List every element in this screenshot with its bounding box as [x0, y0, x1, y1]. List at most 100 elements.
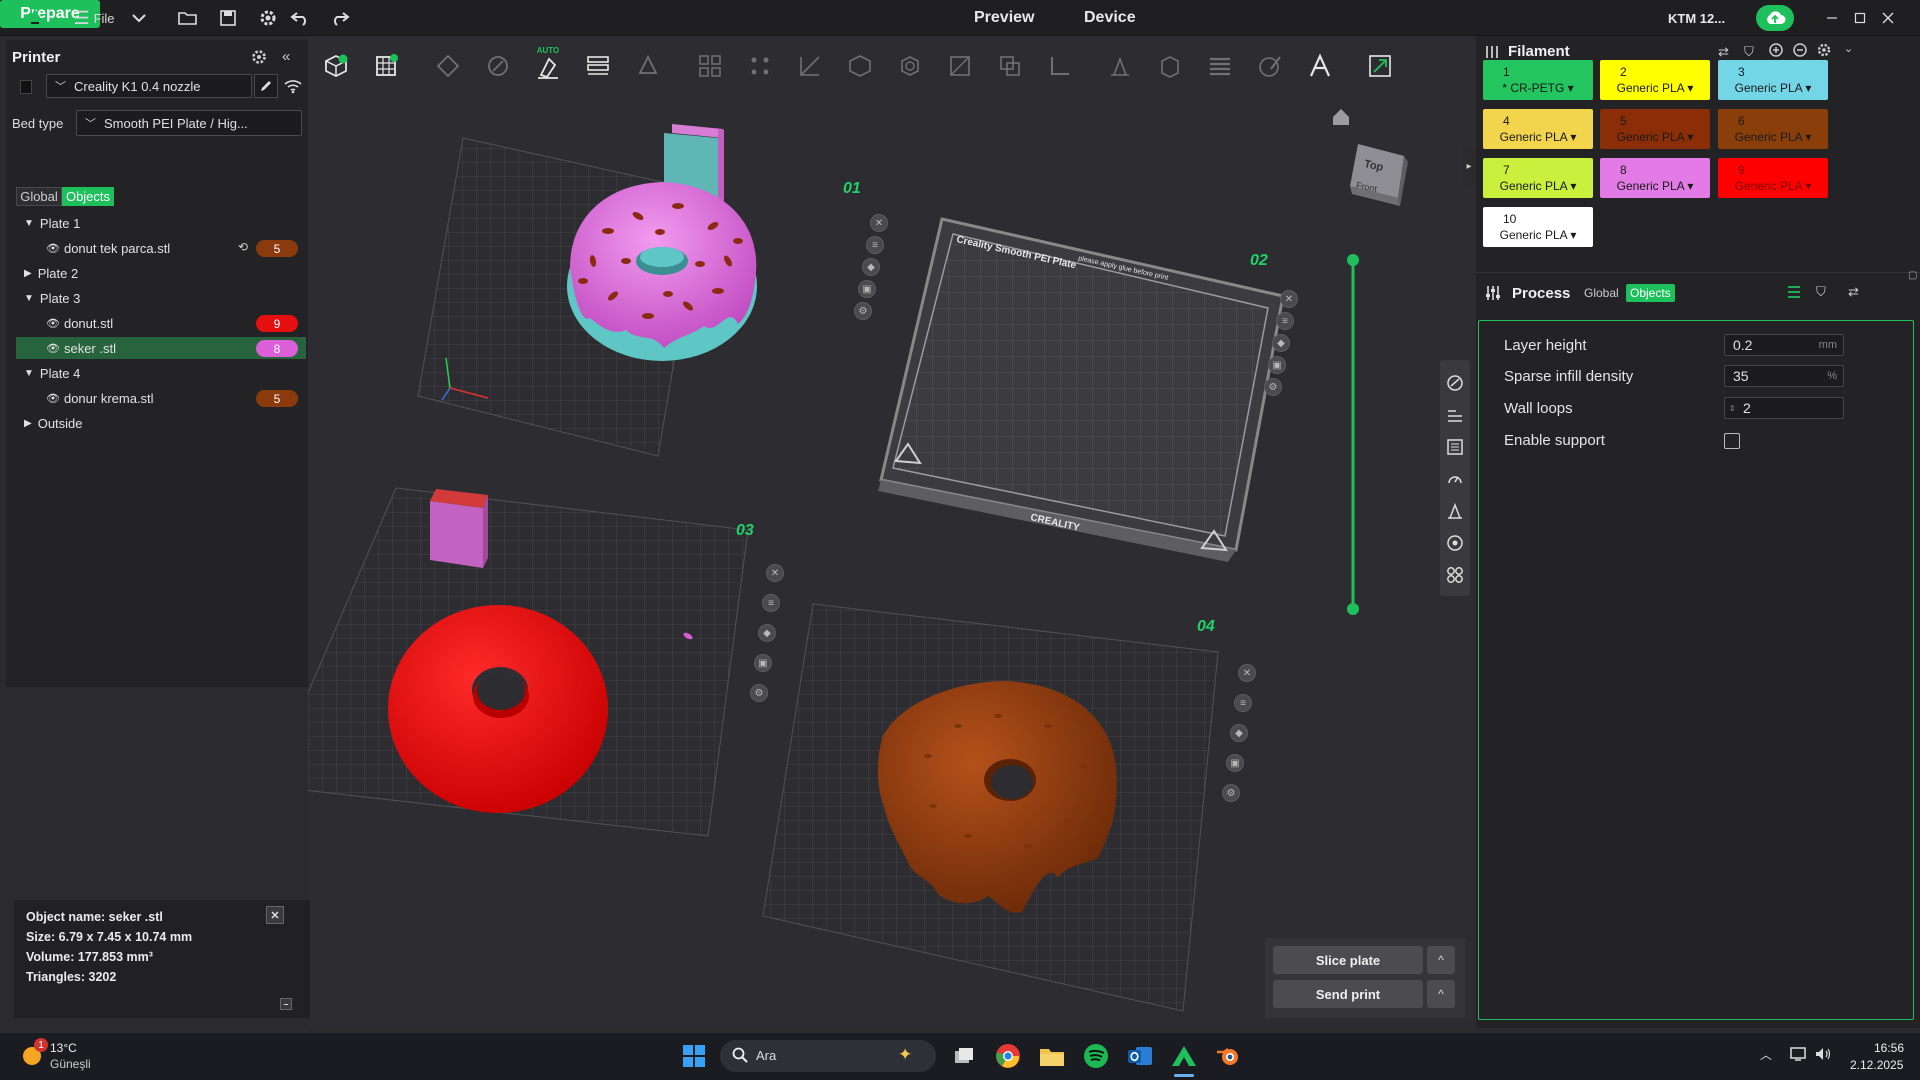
plate-settings-icon[interactable]: ⚙: [750, 684, 768, 702]
erase-tool-icon[interactable]: [630, 48, 666, 84]
slice-plate-button[interactable]: Slice plate: [1273, 946, 1423, 974]
visibility-eye-icon[interactable]: 👁: [46, 317, 60, 330]
chrome-icon[interactable]: [994, 1042, 1022, 1070]
move-tool-icon[interactable]: [792, 48, 828, 84]
plate-settings-icon[interactable]: ⚙: [854, 302, 872, 320]
blender-icon[interactable]: [1214, 1042, 1242, 1070]
filament-slot-2[interactable]: 2 Generic PLA ▾: [1600, 60, 1710, 100]
settings-gear-icon[interactable]: [256, 6, 280, 30]
view-cube[interactable]: Top Front: [1342, 136, 1412, 216]
cut-tool-icon[interactable]: [992, 48, 1028, 84]
orient-icon[interactable]: ≡: [866, 236, 884, 254]
layers-view-icon[interactable]: [1444, 404, 1466, 426]
plate-settings-icon[interactable]: ⚙: [1222, 784, 1240, 802]
clock-date[interactable]: 2.12.2025: [1850, 1058, 1903, 1072]
others-view-icon[interactable]: [1444, 564, 1466, 586]
weather-sun-icon[interactable]: 1: [18, 1038, 48, 1070]
list-view-icon[interactable]: [1786, 284, 1802, 300]
bed-type-select[interactable]: ﹀ Smooth PEI Plate / Hig...: [76, 110, 302, 136]
tree-object-seker[interactable]: 👁 seker .stl 8: [16, 337, 306, 359]
tree-plate-3[interactable]: ▼ Plate 3: [16, 287, 306, 309]
add-object-icon[interactable]: [318, 48, 354, 84]
filament-badge[interactable]: 5: [256, 240, 298, 257]
tree-outside[interactable]: ▶ Outside: [16, 412, 306, 434]
paint-brush-icon[interactable]: ⟲: [238, 240, 248, 254]
printer-settings-icon[interactable]: [250, 48, 268, 66]
orient-icon[interactable]: ≡: [1234, 694, 1252, 712]
3d-viewport[interactable]: Creality Smooth PEI Plate please apply g…: [308, 36, 1476, 1028]
tree-object-donut-tek-parca[interactable]: 👁 donut tek parca.stl ⟲ 5: [16, 237, 306, 259]
arrange-icon[interactable]: ◆: [1272, 334, 1290, 352]
filament-slot-5[interactable]: 5 Generic PLA ▾: [1600, 109, 1710, 149]
filament-slot-9[interactable]: 9 Generic PLA ▾: [1718, 158, 1828, 198]
wifi-icon[interactable]: [284, 78, 302, 94]
edit-printer-icon[interactable]: [254, 74, 278, 98]
nozzle-icon[interactable]: ⛉: [1744, 44, 1754, 60]
arrange-icon[interactable]: ◆: [862, 258, 880, 276]
spotify-icon[interactable]: [1082, 1042, 1110, 1070]
collapse-info-icon[interactable]: –: [280, 998, 292, 1010]
collapse-filament-icon[interactable]: ⌄: [1844, 42, 1853, 55]
assembly-view-icon[interactable]: [1362, 48, 1398, 84]
weather-desc[interactable]: Güneşli: [50, 1057, 91, 1071]
layer-height-input[interactable]: 0.2 mm: [1724, 334, 1844, 356]
vertical-layer-slider[interactable]: [1347, 254, 1359, 615]
collapse-panel-icon[interactable]: «: [282, 48, 298, 66]
volume-icon[interactable]: [1814, 1046, 1832, 1064]
task-view-icon[interactable]: [950, 1042, 978, 1070]
tree-object-donut[interactable]: 👁 donut.stl 9: [16, 312, 306, 334]
filament-slot-6[interactable]: 6 Generic PLA ▾: [1718, 109, 1828, 149]
cloud-upload-icon[interactable]: [1756, 5, 1794, 31]
filament-slot-7[interactable]: 7 Generic PLA ▾: [1483, 158, 1593, 198]
split-parts-icon[interactable]: [742, 48, 778, 84]
lock-icon[interactable]: ▣: [1226, 754, 1244, 772]
chevron-up-icon[interactable]: ^: [1427, 946, 1455, 974]
target-view-icon[interactable]: [1444, 532, 1466, 554]
expand-panel-icon[interactable]: ▸: [1462, 146, 1476, 186]
sparse-infill-input[interactable]: 35%: [1724, 365, 1844, 387]
lock-icon[interactable]: ▣: [1268, 356, 1286, 374]
support-view-icon[interactable]: [1444, 500, 1466, 522]
filament-slot-1[interactable]: 1 * CR-PETG ▾: [1483, 60, 1593, 100]
filament-badge[interactable]: 9: [256, 315, 298, 332]
close-icon[interactable]: ✕: [1238, 664, 1256, 682]
chevron-up-icon[interactable]: ^: [1427, 980, 1455, 1008]
windows-start-icon[interactable]: [680, 1042, 708, 1070]
close-icon[interactable]: ✕: [1280, 290, 1298, 308]
filament-slot-10[interactable]: 10 Generic PLA ▾: [1483, 207, 1593, 247]
clock-time[interactable]: 16:56: [1874, 1041, 1904, 1055]
add-plate-icon[interactable]: [368, 48, 404, 84]
sync-filament-icon[interactable]: ⇄: [1718, 44, 1729, 60]
save-icon[interactable]: [216, 6, 240, 30]
filament-badge[interactable]: 8: [256, 340, 298, 357]
chevron-down-icon[interactable]: [128, 6, 150, 30]
lay-on-face-icon[interactable]: [942, 48, 978, 84]
stepper-arrows-icon[interactable]: ⇕: [1729, 404, 1736, 413]
redo-icon[interactable]: [328, 6, 352, 30]
tab-device[interactable]: Device: [1084, 9, 1136, 27]
seam-paint-icon[interactable]: [1152, 48, 1188, 84]
filament-slot-3[interactable]: 3 Generic PLA ▾: [1718, 60, 1828, 100]
close-icon[interactable]: ✕: [870, 214, 888, 232]
add-filament-icon[interactable]: [1768, 42, 1784, 58]
support-paint-icon[interactable]: [1102, 48, 1138, 84]
speed-view-icon[interactable]: [1444, 468, 1466, 490]
file-explorer-icon[interactable]: [1038, 1042, 1066, 1070]
compare-icon[interactable]: ⛉: [1816, 284, 1826, 300]
split-objects-icon[interactable]: [692, 48, 728, 84]
tab-global[interactable]: Global: [16, 187, 62, 206]
filament-slot-8[interactable]: 8 Generic PLA ▾: [1600, 158, 1710, 198]
printer-name-label[interactable]: KTM 12...: [1668, 11, 1725, 26]
orient-tool-icon[interactable]: [430, 48, 466, 84]
rotate-tool-icon[interactable]: [842, 48, 878, 84]
close-window-icon[interactable]: [1878, 6, 1898, 30]
reset-icon[interactable]: ⇄: [1848, 284, 1859, 300]
printer-preset-select[interactable]: ﹀ Creality K1 0.4 nozzle: [46, 74, 252, 98]
color-paint-icon[interactable]: [1252, 48, 1288, 84]
measure-tool-icon[interactable]: [1042, 48, 1078, 84]
process-tab-global[interactable]: Global: [1584, 286, 1619, 300]
process-tab-objects[interactable]: Objects: [1626, 284, 1675, 302]
visibility-eye-icon[interactable]: 👁: [46, 242, 60, 255]
close-icon[interactable]: ✕: [766, 564, 784, 582]
outlook-icon[interactable]: [1126, 1042, 1154, 1070]
